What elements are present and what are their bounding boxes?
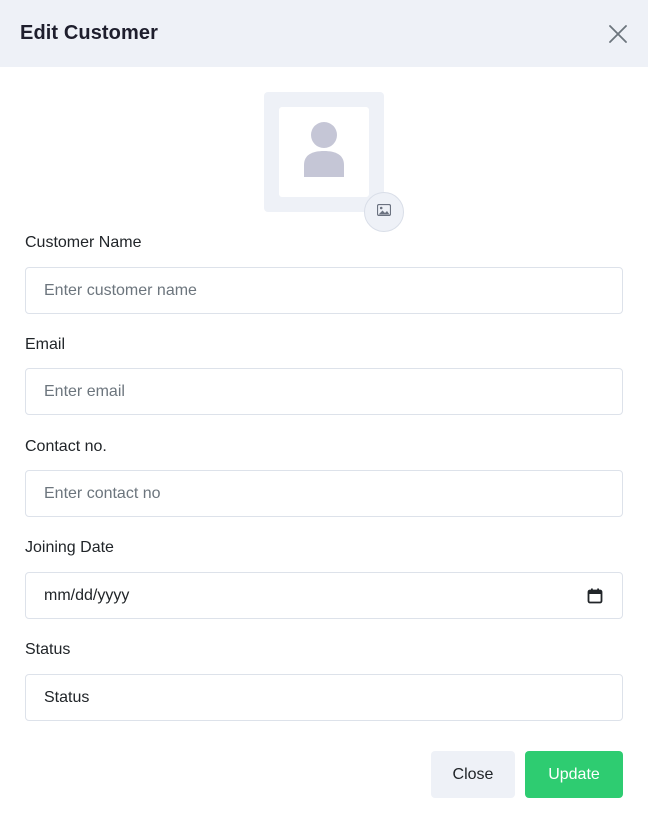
email-field[interactable]: Enter email [25, 368, 623, 415]
contact-field[interactable]: Enter contact no [25, 470, 623, 517]
avatar [279, 107, 369, 197]
email-label: Email [25, 336, 66, 353]
upload-image-button[interactable] [364, 192, 404, 232]
close-icon[interactable] [607, 23, 629, 45]
customer-name-label: Customer Name [25, 234, 142, 251]
joining-date-label: Joining Date [25, 539, 114, 556]
customer-name-placeholder: Enter customer name [44, 281, 197, 299]
contact-label: Contact no. [25, 438, 107, 455]
avatar-frame [264, 92, 384, 212]
contact-placeholder: Enter contact no [44, 484, 161, 502]
email-placeholder: Enter email [44, 382, 125, 400]
user-placeholder-icon [302, 121, 346, 184]
modal-header: Edit Customer [0, 0, 648, 67]
calendar-icon[interactable] [586, 587, 604, 605]
joining-date-value: mm/dd/yyyy [44, 586, 130, 604]
close-button[interactable]: Close [431, 751, 515, 798]
status-select[interactable]: Status [25, 674, 623, 721]
update-button[interactable]: Update [525, 751, 623, 798]
image-icon [376, 203, 392, 221]
customer-name-input[interactable]: Enter customer name [25, 267, 623, 314]
edit-customer-modal: Edit Customer Customer Name Enter custom… [0, 0, 648, 824]
modal-title: Edit Customer [20, 22, 158, 44]
avatar-uploader [264, 92, 404, 232]
joining-date-input[interactable]: mm/dd/yyyy [25, 572, 623, 619]
status-label: Status [25, 641, 71, 658]
status-value: Status [44, 688, 90, 706]
